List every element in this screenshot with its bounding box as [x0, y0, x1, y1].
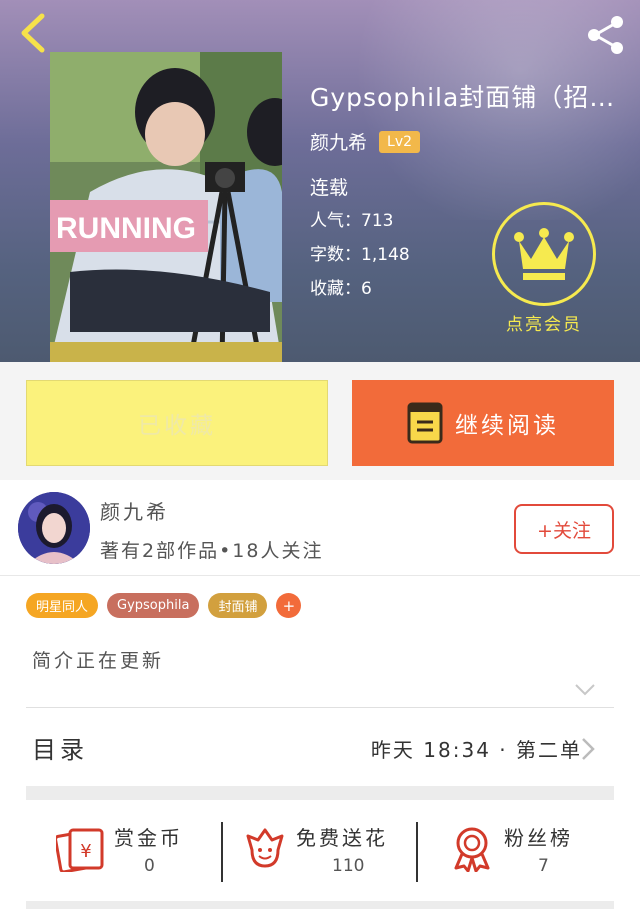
stat-label: 收藏： [310, 279, 361, 299]
tag-list: 明星同人 Gypsophila 封面铺 + [26, 593, 302, 618]
share-button[interactable] [582, 12, 628, 58]
bottom-separator [26, 901, 614, 909]
vip-label: 点亮会员 [506, 315, 582, 335]
reward-coins-value: 0 [144, 856, 155, 876]
author-section: 颜九希 著有2部作品•18人关注 +关注 [0, 480, 640, 576]
author-row: 颜九希 Lv2 [310, 128, 630, 155]
reward-coins-label: 赏金币 [114, 826, 183, 850]
stat-label: 字数： [310, 245, 361, 265]
back-button[interactable] [14, 10, 54, 56]
catalog-latest-update: 昨天 18:34 · 第二单 [370, 738, 582, 762]
stat-divider [221, 822, 223, 882]
flower-icon [246, 828, 284, 868]
svg-text:¥: ¥ [80, 841, 91, 862]
catalog-row[interactable]: 目录 昨天 18:34 · 第二单 [0, 708, 640, 786]
add-tag-button[interactable]: + [276, 593, 302, 618]
fan-ranking-button[interactable]: 粉丝榜 7 [448, 800, 598, 900]
share-icon [588, 16, 623, 54]
stat-value: 6 [361, 279, 372, 299]
tag-item[interactable]: Gypsophila [107, 593, 200, 618]
send-flower-value: 110 [332, 856, 365, 876]
stat-value: 713 [361, 211, 394, 231]
book-title: Gypsophila封面铺（招… [310, 83, 616, 112]
intro-text: 简介正在更新 [32, 650, 165, 672]
chevron-left-icon [21, 13, 45, 53]
fan-ranking-label: 粉丝榜 [504, 826, 573, 850]
follow-button[interactable]: +关注 [514, 504, 614, 554]
chevron-right-icon [582, 738, 595, 760]
fan-ranking-value: 7 [538, 856, 549, 876]
author-works-summary: 著有2部作品•18人关注 [100, 540, 324, 562]
vip-button[interactable] [492, 202, 596, 306]
continue-reading-label: 继续阅读 [455, 413, 559, 439]
avatar[interactable] [18, 492, 90, 564]
book-cover: RUNNING [50, 52, 282, 362]
send-flower-button[interactable]: 免费送花 110 [240, 800, 410, 900]
catalog-title: 目录 [32, 736, 88, 764]
action-bar: 已收藏 继续阅读 [0, 362, 640, 480]
author-name[interactable]: 颜九希 [310, 128, 367, 155]
book-icon [407, 402, 443, 444]
tag-item[interactable]: 封面铺 [208, 593, 268, 618]
medal-icon [454, 827, 490, 872]
stat-divider [416, 822, 418, 882]
section-separator [26, 786, 614, 800]
level-badge: Lv2 [379, 130, 421, 153]
crown-icon [514, 228, 574, 280]
stat-label: 人气： [310, 211, 361, 231]
bottom-stats: ¥ 赏金币 0 免费送花 110 粉丝榜 7 [0, 800, 640, 909]
book-status: 连载 [310, 177, 349, 199]
expand-button[interactable] [574, 682, 596, 701]
chevron-down-icon [575, 684, 595, 696]
reward-coins-button[interactable]: ¥ 赏金币 0 [52, 800, 202, 900]
tag-item[interactable]: 明星同人 [26, 593, 99, 618]
author-section-name[interactable]: 颜九希 [100, 496, 169, 525]
collected-label: 已收藏 [138, 413, 216, 439]
send-flower-label: 免费送花 [296, 826, 388, 850]
stat-value: 1,148 [361, 245, 410, 265]
red-envelope-icon: ¥ [56, 828, 104, 872]
collected-button[interactable]: 已收藏 [26, 380, 328, 466]
continue-reading-button[interactable]: 继续阅读 [352, 380, 614, 466]
book-header: RUNNING Gypsophila封面铺（招… 颜九希 Lv2 连载 人气：7… [0, 0, 640, 362]
cover-text: RUNNING [56, 212, 196, 245]
follow-label: +关注 [537, 519, 591, 542]
